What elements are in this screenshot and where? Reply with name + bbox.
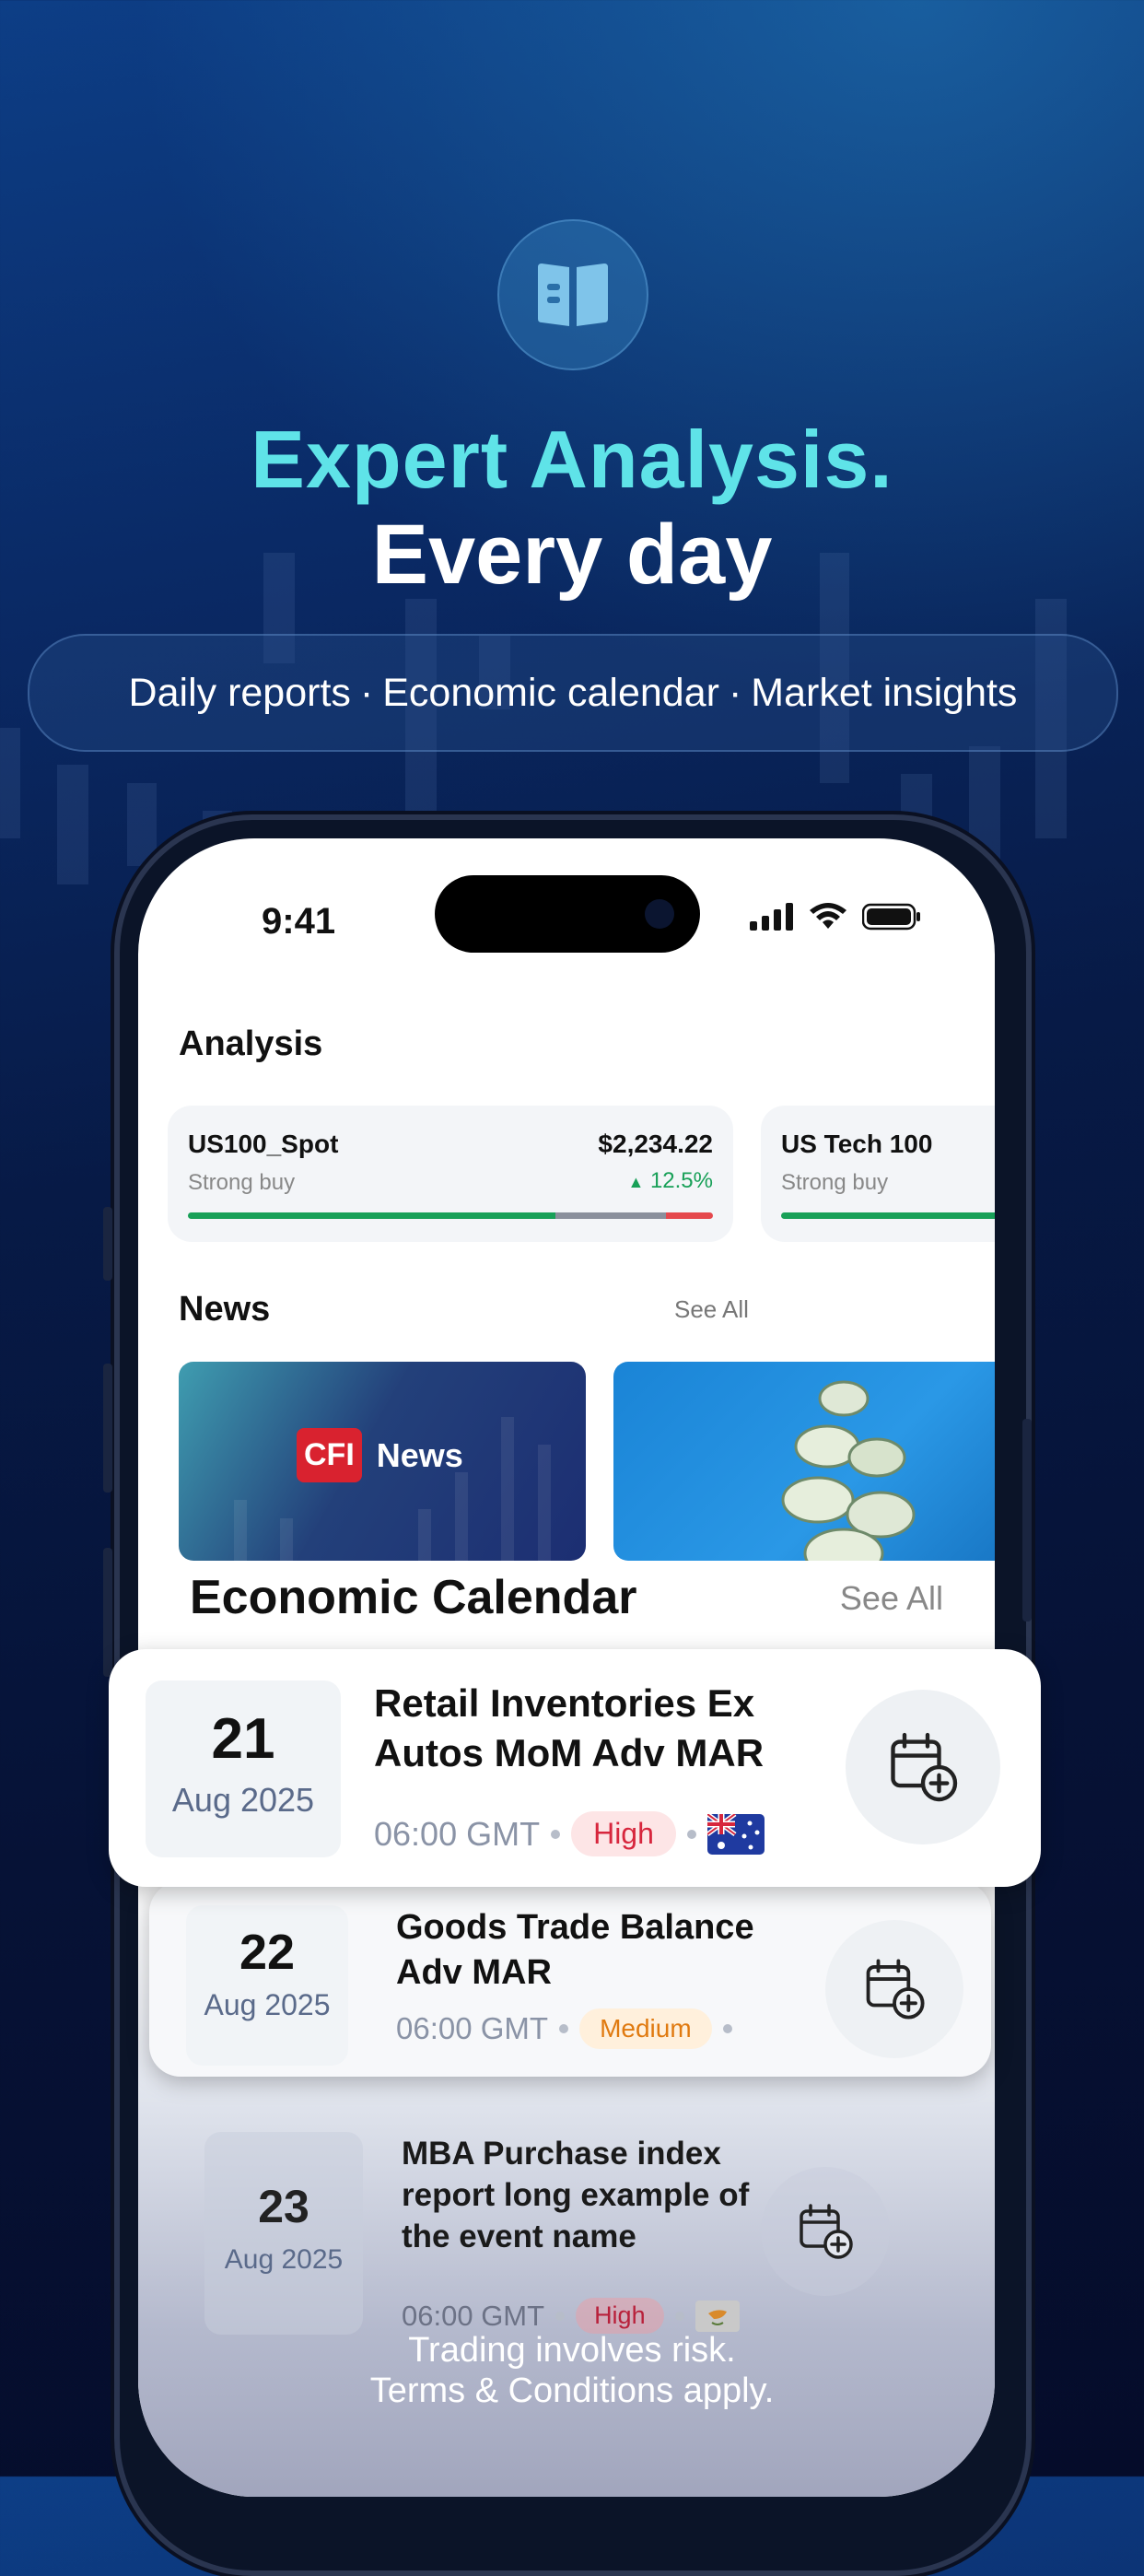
feature-economic-calendar: Economic calendar [382,670,719,715]
meta-dot [551,1829,561,1839]
economic-calendar-title: Economic Calendar [190,1571,637,1624]
analysis-rating: Strong buy [781,1170,889,1195]
disclaimer-line-terms: Terms & Conditions apply. [369,2371,775,2410]
event-time: 06:00 GMT [374,1814,541,1853]
phone-side-button [103,1364,112,1493]
event-month: Aug 2025 [171,1781,315,1819]
event-name: Goods Trade Balance Adv MAR [396,1908,754,1992]
news-card[interactable]: CFI News [179,1362,586,1561]
arrow-up-icon: ▲ [627,1173,645,1191]
add-to-calendar-button[interactable] [846,1690,1000,1844]
calendar-event-card[interactable]: 21 Aug 2025 Retail Inventories Ex Autos … [109,1649,1041,1887]
event-date: 21 Aug 2025 [146,1680,341,1857]
sentiment-sell-segment [665,1212,713,1219]
book-icon [538,263,608,326]
calendar-add-icon [800,2204,853,2259]
meta-dot [555,2311,566,2321]
meta-dot [686,1829,696,1839]
australia-flag-icon [706,1813,765,1855]
sentiment-neutral-segment [555,1212,666,1219]
phone-side-button [103,1207,112,1281]
impact-badge: High [571,1811,676,1856]
analysis-title: Analysis [179,1025,323,1063]
signal-icon [750,903,793,931]
feature-daily-reports: Daily reports [128,670,351,715]
hero-title: Expert Analysis. [251,414,893,505]
event-day: 22 [239,1925,296,1980]
event-name: MBA Purchase index report long example o… [402,2136,750,2254]
features-pill: Daily reports · Economic calendar · Mark… [28,634,1118,752]
analysis-change-value: 12.5% [649,1168,713,1193]
event-time: 06:00 GMT [402,2299,545,2332]
hero-subtitle: Every day [371,508,773,602]
news-card[interactable] [613,1362,995,1561]
camera-icon [645,899,674,929]
news-card-brand: CFI News [297,1428,463,1482]
analysis-card[interactable]: US Tech 100 Strong buy [761,1106,995,1242]
event-month: Aug 2025 [224,2244,344,2275]
calendar-event-card[interactable]: 22 Aug 2025 Goods Trade Balance Adv MAR … [149,1881,991,2077]
cyprus-flag-icon [695,2300,740,2332]
news-see-all-link[interactable]: See All [674,1295,749,1324]
analysis-price: $2,234.22 [598,1130,713,1158]
event-day: 21 [211,1707,275,1771]
event-day: 23 [258,2181,309,2232]
dynamic-island [435,875,700,953]
event-meta: 06:00 GMT High [402,2298,740,2334]
add-to-calendar-button[interactable] [761,2167,890,2296]
disclaimer: Trading involves risk. Terms & Condition… [0,2331,1144,2411]
event-month: Aug 2025 [204,1988,331,2021]
impact-badge: High [576,2298,664,2334]
meta-dot [674,2311,684,2321]
sentiment-buy-segment [781,1212,995,1219]
sentiment-buy-segment [188,1212,555,1219]
cfi-logo: CFI [297,1428,362,1482]
sentiment-bar [188,1212,713,1219]
news-card-label: News [376,1435,463,1474]
calendar-add-icon [866,1959,925,2020]
calendar-add-icon [891,1732,958,1802]
analysis-change: ▲ 12.5% [627,1168,713,1194]
analysis-symbol: US100_Spot [188,1130,339,1158]
meta-dot [722,2024,732,2033]
feature-separator: · [728,670,742,715]
feature-market-insights: Market insights [751,670,1018,715]
phone-side-button [1022,1419,1032,1622]
disclaimer-line-risk: Trading involves risk. [408,2331,736,2370]
feature-separator: · [359,670,374,715]
event-date: 23 Aug 2025 [204,2132,363,2335]
meta-dot [559,2024,569,2033]
impact-badge: Medium [579,2008,712,2049]
phone-side-button [103,1548,112,1677]
book-icon-badge [497,219,648,370]
add-to-calendar-button[interactable] [825,1920,963,2058]
status-time: 9:41 [262,901,336,942]
calendar-see-all-link[interactable]: See All [840,1579,943,1618]
event-name: Retail Inventories Ex Autos MoM Adv MAR [374,1681,765,1774]
analysis-card[interactable]: US100_Spot Strong buy $2,234.22 ▲ 12.5% [168,1106,733,1242]
news-title: News [179,1290,271,1329]
status-icons [750,903,921,931]
wifi-icon [810,903,846,929]
sentiment-bar [781,1212,995,1219]
event-date: 22 Aug 2025 [186,1905,348,2066]
event-meta: 06:00 GMT High [374,1811,765,1856]
money-rolls-image [781,1380,916,1561]
analysis-symbol: US Tech 100 [781,1130,933,1158]
event-time: 06:00 GMT [396,2011,549,2045]
analysis-rating: Strong buy [188,1170,296,1195]
event-meta: 06:00 GMT Medium [396,2008,743,2049]
battery-icon [862,903,920,931]
